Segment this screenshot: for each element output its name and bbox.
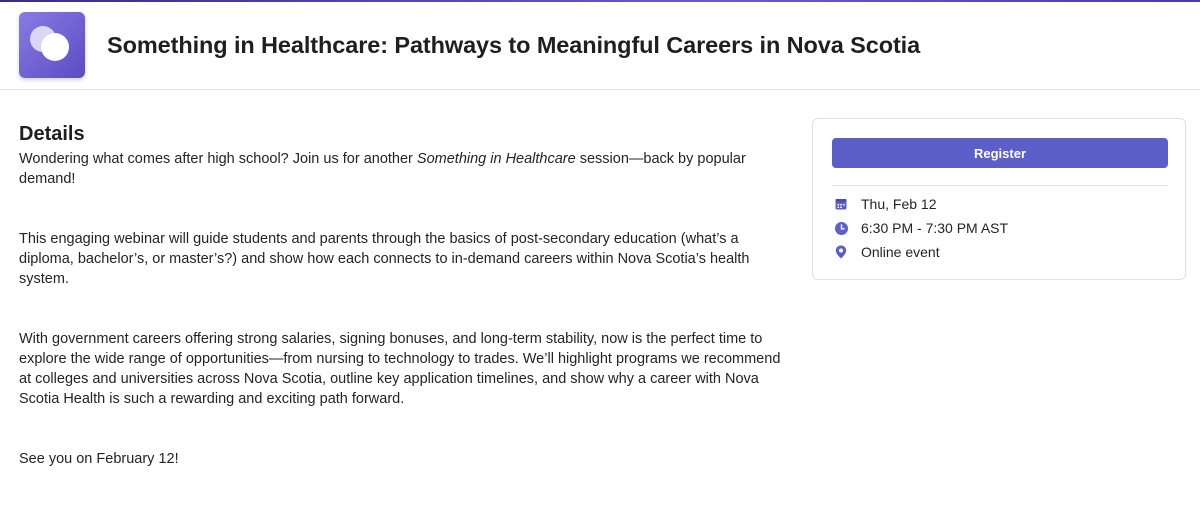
event-date: Thu, Feb 12 bbox=[861, 196, 937, 212]
event-info-card: Register Thu, Feb 12 6:30 PM - 7:30 PM A… bbox=[812, 118, 1186, 280]
card-divider bbox=[832, 185, 1168, 186]
event-location: Online event bbox=[861, 244, 940, 260]
description-paragraph-3: With government careers offering strong … bbox=[19, 331, 781, 407]
event-time: 6:30 PM - 7:30 PM AST bbox=[861, 220, 1009, 236]
event-location-row: Online event bbox=[834, 242, 940, 262]
header: Something in Healthcare: Pathways to Mea… bbox=[0, 2, 1200, 90]
event-time-row: 6:30 PM - 7:30 PM AST bbox=[834, 218, 1008, 238]
description-paragraph-4: See you on February 12! bbox=[19, 451, 179, 467]
clock-icon bbox=[834, 221, 848, 235]
details-heading: Details bbox=[19, 123, 85, 145]
event-date-row: Thu, Feb 12 bbox=[834, 194, 937, 214]
meeting-bubbles-icon bbox=[19, 12, 85, 78]
page-title: Something in Healthcare: Pathways to Mea… bbox=[107, 32, 921, 58]
description-emphasis: Something in Healthcare bbox=[416, 151, 576, 167]
location-pin-icon bbox=[834, 245, 848, 259]
description: Wondering what comes after high school? … bbox=[19, 149, 789, 469]
description-paragraph-2: This engaging webinar will guide student… bbox=[19, 231, 750, 287]
register-button[interactable]: Register bbox=[832, 138, 1168, 168]
description-paragraph-1: Wondering what comes after high school? … bbox=[19, 151, 746, 187]
calendar-icon bbox=[834, 197, 848, 211]
details-section: Details Wondering what comes after high … bbox=[19, 122, 789, 469]
